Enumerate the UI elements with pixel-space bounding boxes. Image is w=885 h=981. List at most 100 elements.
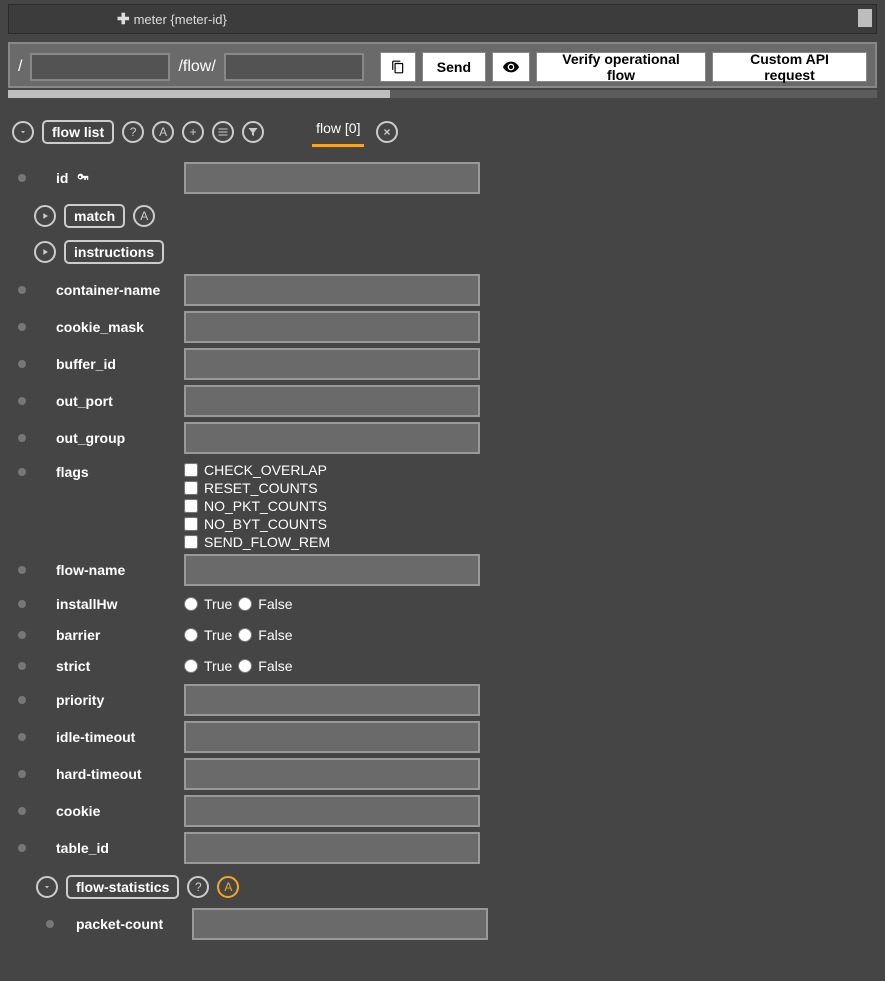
flag-no-byt-counts[interactable]: NO_BYT_COUNTS — [184, 516, 330, 532]
field-out-group: out_group — [18, 421, 885, 455]
path-input-1[interactable] — [30, 53, 170, 81]
radio-barrier-true[interactable] — [184, 628, 198, 642]
bullet-icon — [18, 662, 26, 670]
field-table-id: table_id — [18, 831, 885, 865]
field-container-name: container-name — [18, 273, 885, 307]
input-cookie-mask[interactable] — [184, 311, 480, 343]
input-packet-count[interactable] — [192, 908, 488, 940]
strict-radio-group: True False — [184, 658, 293, 674]
flag-send-flow-rem[interactable]: SEND_FLOW_REM — [184, 534, 330, 550]
input-out-port[interactable] — [184, 385, 480, 417]
select-all-icon[interactable]: A — [152, 121, 174, 143]
flow-statistics-button[interactable]: flow-statistics — [66, 875, 179, 899]
filter-icon[interactable] — [242, 121, 264, 143]
collapse-icon[interactable] — [12, 121, 34, 143]
collapse-flow-statistics-icon[interactable] — [36, 876, 58, 898]
expand-instructions-icon[interactable] — [34, 241, 56, 263]
custom-api-button[interactable]: Custom API request — [712, 52, 867, 82]
checkbox-no-pkt-counts[interactable] — [184, 499, 198, 513]
label-packet-count: packet-count — [62, 916, 192, 932]
expand-match-icon[interactable] — [34, 205, 56, 227]
tree-body: id match A instructions container-name c… — [18, 161, 885, 941]
radio-barrier-false[interactable] — [238, 628, 252, 642]
row-instructions: instructions — [34, 237, 885, 267]
bullet-icon — [18, 844, 26, 852]
field-flow-name: flow-name — [18, 553, 885, 587]
flag-reset-counts[interactable]: RESET_COUNTS — [184, 480, 330, 496]
label-cookie: cookie — [34, 803, 184, 819]
bullet-icon — [18, 696, 26, 704]
bullet-icon — [18, 286, 26, 294]
select-all-flow-statistics-icon[interactable]: A — [217, 876, 239, 898]
tab-flow-0[interactable]: flow [0] — [312, 116, 364, 147]
flag-no-pkt-counts[interactable]: NO_PKT_COUNTS — [184, 498, 330, 514]
input-hard-timeout[interactable] — [184, 758, 480, 790]
flag-check-overlap[interactable]: CHECK_OVERLAP — [184, 462, 330, 478]
input-flow-name[interactable] — [184, 554, 480, 586]
close-tab-icon[interactable] — [376, 121, 398, 143]
preview-button[interactable] — [492, 52, 530, 82]
action-buttons: Send Verify operational flow Custom API … — [380, 52, 867, 82]
bullet-icon — [18, 468, 26, 476]
label-flags: flags — [34, 462, 184, 480]
label-flow-name: flow-name — [34, 562, 184, 578]
label-hard-timeout: hard-timeout — [34, 766, 184, 782]
field-id: id — [18, 161, 885, 195]
label-strict: strict — [34, 658, 184, 674]
path-bar: / /flow/ Send Verify operational flow Cu… — [8, 42, 877, 88]
copy-button[interactable] — [380, 52, 416, 82]
bullet-icon — [18, 807, 26, 815]
add-icon[interactable]: + — [182, 121, 204, 143]
field-cookie: cookie — [18, 794, 885, 828]
label-buffer-id: buffer_id — [34, 356, 184, 372]
path-input-2[interactable] — [224, 53, 364, 81]
label-container-name: container-name — [34, 282, 184, 298]
checkbox-send-flow-rem[interactable] — [184, 535, 198, 549]
horizontal-scrollbar[interactable] — [8, 90, 877, 98]
installhw-radio-group: True False — [184, 596, 293, 612]
flow-list-button[interactable]: flow list — [42, 120, 114, 144]
help-icon[interactable]: ? — [122, 121, 144, 143]
send-button[interactable]: Send — [422, 52, 486, 82]
field-hard-timeout: hard-timeout — [18, 757, 885, 791]
meter-id-item[interactable]: ✚ meter {meter-id} — [117, 10, 227, 28]
radio-strict-false[interactable] — [238, 659, 252, 673]
row-flow-statistics: flow-statistics ? A — [36, 875, 885, 899]
label-id: id — [56, 170, 68, 186]
input-cookie[interactable] — [184, 795, 480, 827]
label-priority: priority — [34, 692, 184, 708]
input-id[interactable] — [184, 162, 480, 194]
input-priority[interactable] — [184, 684, 480, 716]
flags-checkbox-group: CHECK_OVERLAP RESET_COUNTS NO_PKT_COUNTS… — [184, 462, 330, 550]
instructions-button[interactable]: instructions — [64, 240, 164, 264]
bullet-icon — [18, 600, 26, 608]
help-flow-statistics-icon[interactable]: ? — [187, 876, 209, 898]
list-icon[interactable] — [212, 121, 234, 143]
horizontal-scrollbar-thumb[interactable] — [8, 90, 390, 98]
checkbox-reset-counts[interactable] — [184, 481, 198, 495]
input-container-name[interactable] — [184, 274, 480, 306]
input-buffer-id[interactable] — [184, 348, 480, 380]
radio-installhw-true[interactable] — [184, 597, 198, 611]
input-out-group[interactable] — [184, 422, 480, 454]
checkbox-check-overlap[interactable] — [184, 463, 198, 477]
copy-icon — [391, 60, 405, 74]
input-idle-timeout[interactable] — [184, 721, 480, 753]
input-table-id[interactable] — [184, 832, 480, 864]
radio-strict-true[interactable] — [184, 659, 198, 673]
match-button[interactable]: match — [64, 204, 125, 228]
scrollbar-thumb[interactable] — [858, 9, 872, 27]
bullet-icon — [18, 566, 26, 574]
label-out-group: out_group — [34, 430, 184, 446]
checkbox-no-byt-counts[interactable] — [184, 517, 198, 531]
field-cookie-mask: cookie_mask — [18, 310, 885, 344]
key-icon — [76, 170, 90, 187]
radio-installhw-false[interactable] — [238, 597, 252, 611]
label-cookie-mask: cookie_mask — [34, 319, 184, 335]
field-priority: priority — [18, 683, 885, 717]
label-barrier: barrier — [34, 627, 184, 643]
bullet-icon — [46, 920, 54, 928]
select-all-match-icon[interactable]: A — [133, 205, 155, 227]
verify-button[interactable]: Verify operational flow — [536, 52, 706, 82]
field-installhw: installHw True False — [18, 590, 885, 618]
